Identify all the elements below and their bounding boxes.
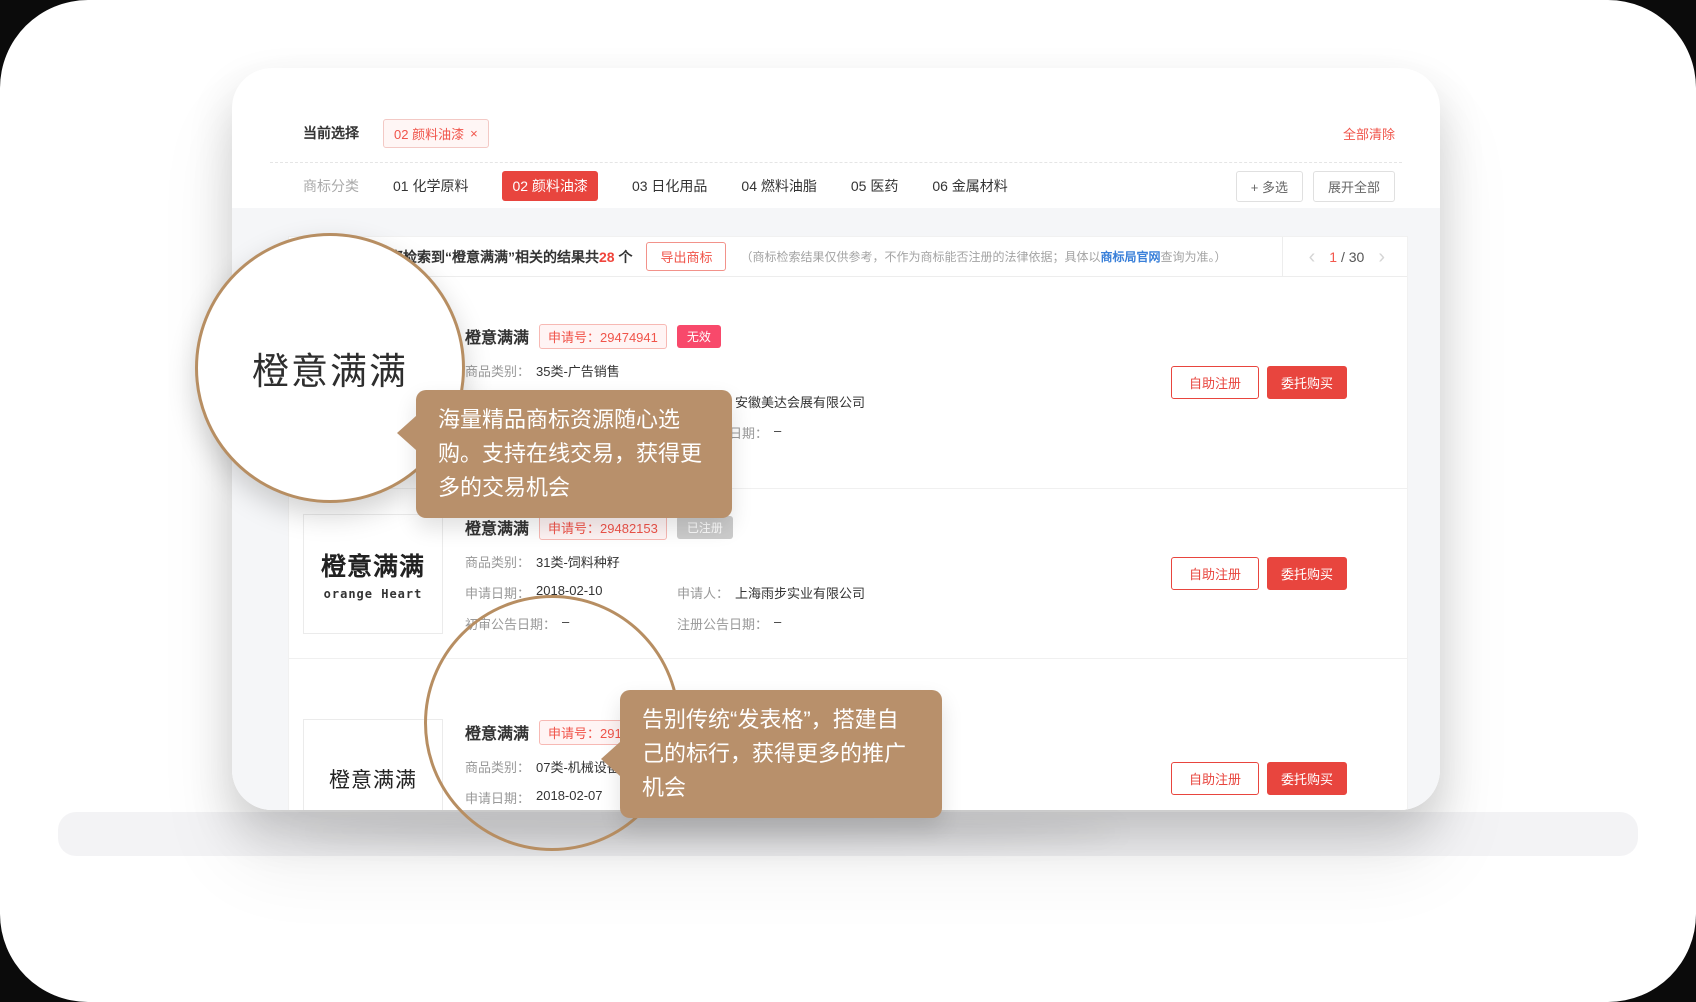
category-field-value: 31类-饲料种籽: [536, 552, 620, 571]
row-actions: 自助注册 委托购买: [1171, 557, 1347, 590]
total-pages: 30: [1349, 249, 1365, 265]
category-item-05[interactable]: 05 医药: [851, 176, 898, 196]
application-number-label: 申请号：: [548, 330, 600, 345]
category-field-label: 商品类别：: [465, 552, 530, 571]
selected-filter-tag-label: 02 颜料油漆: [394, 124, 464, 143]
trademark-name: 橙意满满: [465, 324, 529, 348]
trademark-name: 橙意满满: [465, 515, 529, 539]
selected-filter-tag[interactable]: 02 颜料油漆 ×: [383, 119, 489, 148]
application-number-value: 29474941: [600, 330, 658, 345]
reg-notice-value: –: [774, 423, 781, 442]
thumbnail-text: 橙意满满: [321, 547, 425, 583]
application-number-label: 申请号：: [548, 521, 600, 536]
application-number-value: 29482153: [600, 521, 658, 536]
results-count-suffix: 个: [615, 249, 633, 265]
application-number-tag: 申请号：29482153: [539, 515, 667, 540]
entrust-purchase-button[interactable]: 委托购买: [1267, 366, 1347, 399]
page-canvas: 当前选择 02 颜料油漆 × 全部清除 商标分类 01 化学原料 02 颜料油漆…: [0, 0, 1696, 1002]
official-site-link[interactable]: 商标局官网: [1101, 250, 1161, 264]
thumbnail-text: 橙意满满: [329, 764, 417, 794]
category-field-value: 35类-广告销售: [536, 361, 620, 380]
thumbnail-subtext: orange Heart: [324, 587, 423, 601]
current-selection-row: 当前选择 02 颜料油漆 × 全部清除: [303, 118, 1395, 148]
promo-tooltip-2: 告别传统“发表格”，搭建自己的标行，获得更多的推广机会: [620, 690, 942, 818]
self-register-button[interactable]: 自助注册: [1171, 557, 1259, 590]
status-badge: 已注册: [677, 516, 733, 539]
trademark-thumbnail[interactable]: 橙意满满 orange Heart: [303, 514, 443, 634]
dashed-divider: [270, 162, 1402, 163]
disclaimer-prefix: （商标检索结果仅供参考，不作为商标能否注册的法律依据；具体以: [740, 250, 1100, 264]
applicant-value: 安徽美达会展有限公司: [735, 392, 865, 411]
self-register-button[interactable]: 自助注册: [1171, 762, 1259, 795]
clear-all-button[interactable]: 全部清除: [1343, 124, 1395, 143]
remove-filter-icon[interactable]: ×: [470, 126, 478, 141]
stage: 当前选择 02 颜料油漆 × 全部清除 商标分类 01 化学原料 02 颜料油漆…: [0, 0, 1696, 1002]
entrust-purchase-button[interactable]: 委托购买: [1267, 557, 1347, 590]
export-trademark-button[interactable]: 导出商标: [646, 242, 726, 271]
prev-page-icon[interactable]: ‹: [1309, 247, 1316, 267]
tooltip-arrow-icon: [397, 416, 416, 450]
multi-select-button[interactable]: + 多选: [1236, 171, 1303, 202]
row-actions: 自助注册 委托购买: [1171, 762, 1347, 795]
page-slash: /: [1337, 249, 1349, 265]
page-indicator: 1 / 30: [1329, 249, 1364, 265]
expand-all-button[interactable]: 展开全部: [1313, 171, 1395, 202]
category-item-04[interactable]: 04 燃料油脂: [741, 176, 816, 196]
self-register-button[interactable]: 自助注册: [1171, 366, 1259, 399]
magnified-trademark-text: 橙意满满: [252, 341, 408, 395]
row-actions: 自助注册 委托购买: [1171, 366, 1347, 399]
promo-tooltip-2-text: 告别传统“发表格”，搭建自己的标行，获得更多的推广机会: [642, 707, 906, 800]
current-page: 1: [1329, 249, 1337, 265]
tooltip-arrow-icon: [601, 742, 620, 776]
applicant-value: 上海雨步实业有限公司: [735, 583, 865, 602]
results-count: 28: [599, 249, 615, 265]
promo-tooltip-1: 海量精品商标资源随心选购。支持在线交易，获得更多的交易机会: [416, 390, 732, 518]
entrust-purchase-button[interactable]: 委托购买: [1267, 762, 1347, 795]
status-badge: 无效: [677, 325, 721, 348]
category-item-06[interactable]: 06 金属材料: [932, 176, 1007, 196]
category-caption: 商标分类: [303, 176, 359, 196]
category-field-label: 商品类别：: [465, 361, 530, 380]
disclaimer: （商标检索结果仅供参考，不作为商标能否注册的法律依据；具体以商标局官网查询为准。…: [740, 248, 1226, 265]
current-selection-label: 当前选择: [303, 123, 359, 143]
next-page-icon[interactable]: ›: [1378, 247, 1385, 267]
reg-notice-value: –: [774, 614, 781, 633]
promo-tooltip-1-text: 海量精品商标资源随心选购。支持在线交易，获得更多的交易机会: [438, 407, 702, 500]
category-row: 商标分类 01 化学原料 02 颜料油漆 03 日化用品 04 燃料油脂 05 …: [303, 171, 1395, 201]
category-item-01[interactable]: 01 化学原料: [393, 176, 468, 196]
applicant-label: 申请人：: [677, 583, 729, 602]
disclaimer-suffix: 查询为准。）: [1161, 250, 1227, 264]
application-number-tag: 申请号：29474941: [539, 324, 667, 349]
trademark-thumbnail[interactable]: 橙意满满: [303, 719, 443, 811]
category-item-02-active[interactable]: 02 颜料油漆: [502, 171, 597, 201]
pagination: ‹ 1 / 30 ›: [1282, 237, 1407, 276]
reg-notice-label: 注册公告日期：: [677, 614, 768, 633]
category-item-03[interactable]: 03 日化用品: [632, 176, 707, 196]
results-header: 当前分类下为您检索到“橙意满满”相关的结果共28 个 导出商标 （商标检索结果仅…: [289, 237, 1407, 277]
window-shadow: [300, 816, 1120, 846]
category-tools: + 多选 展开全部: [1236, 171, 1395, 202]
